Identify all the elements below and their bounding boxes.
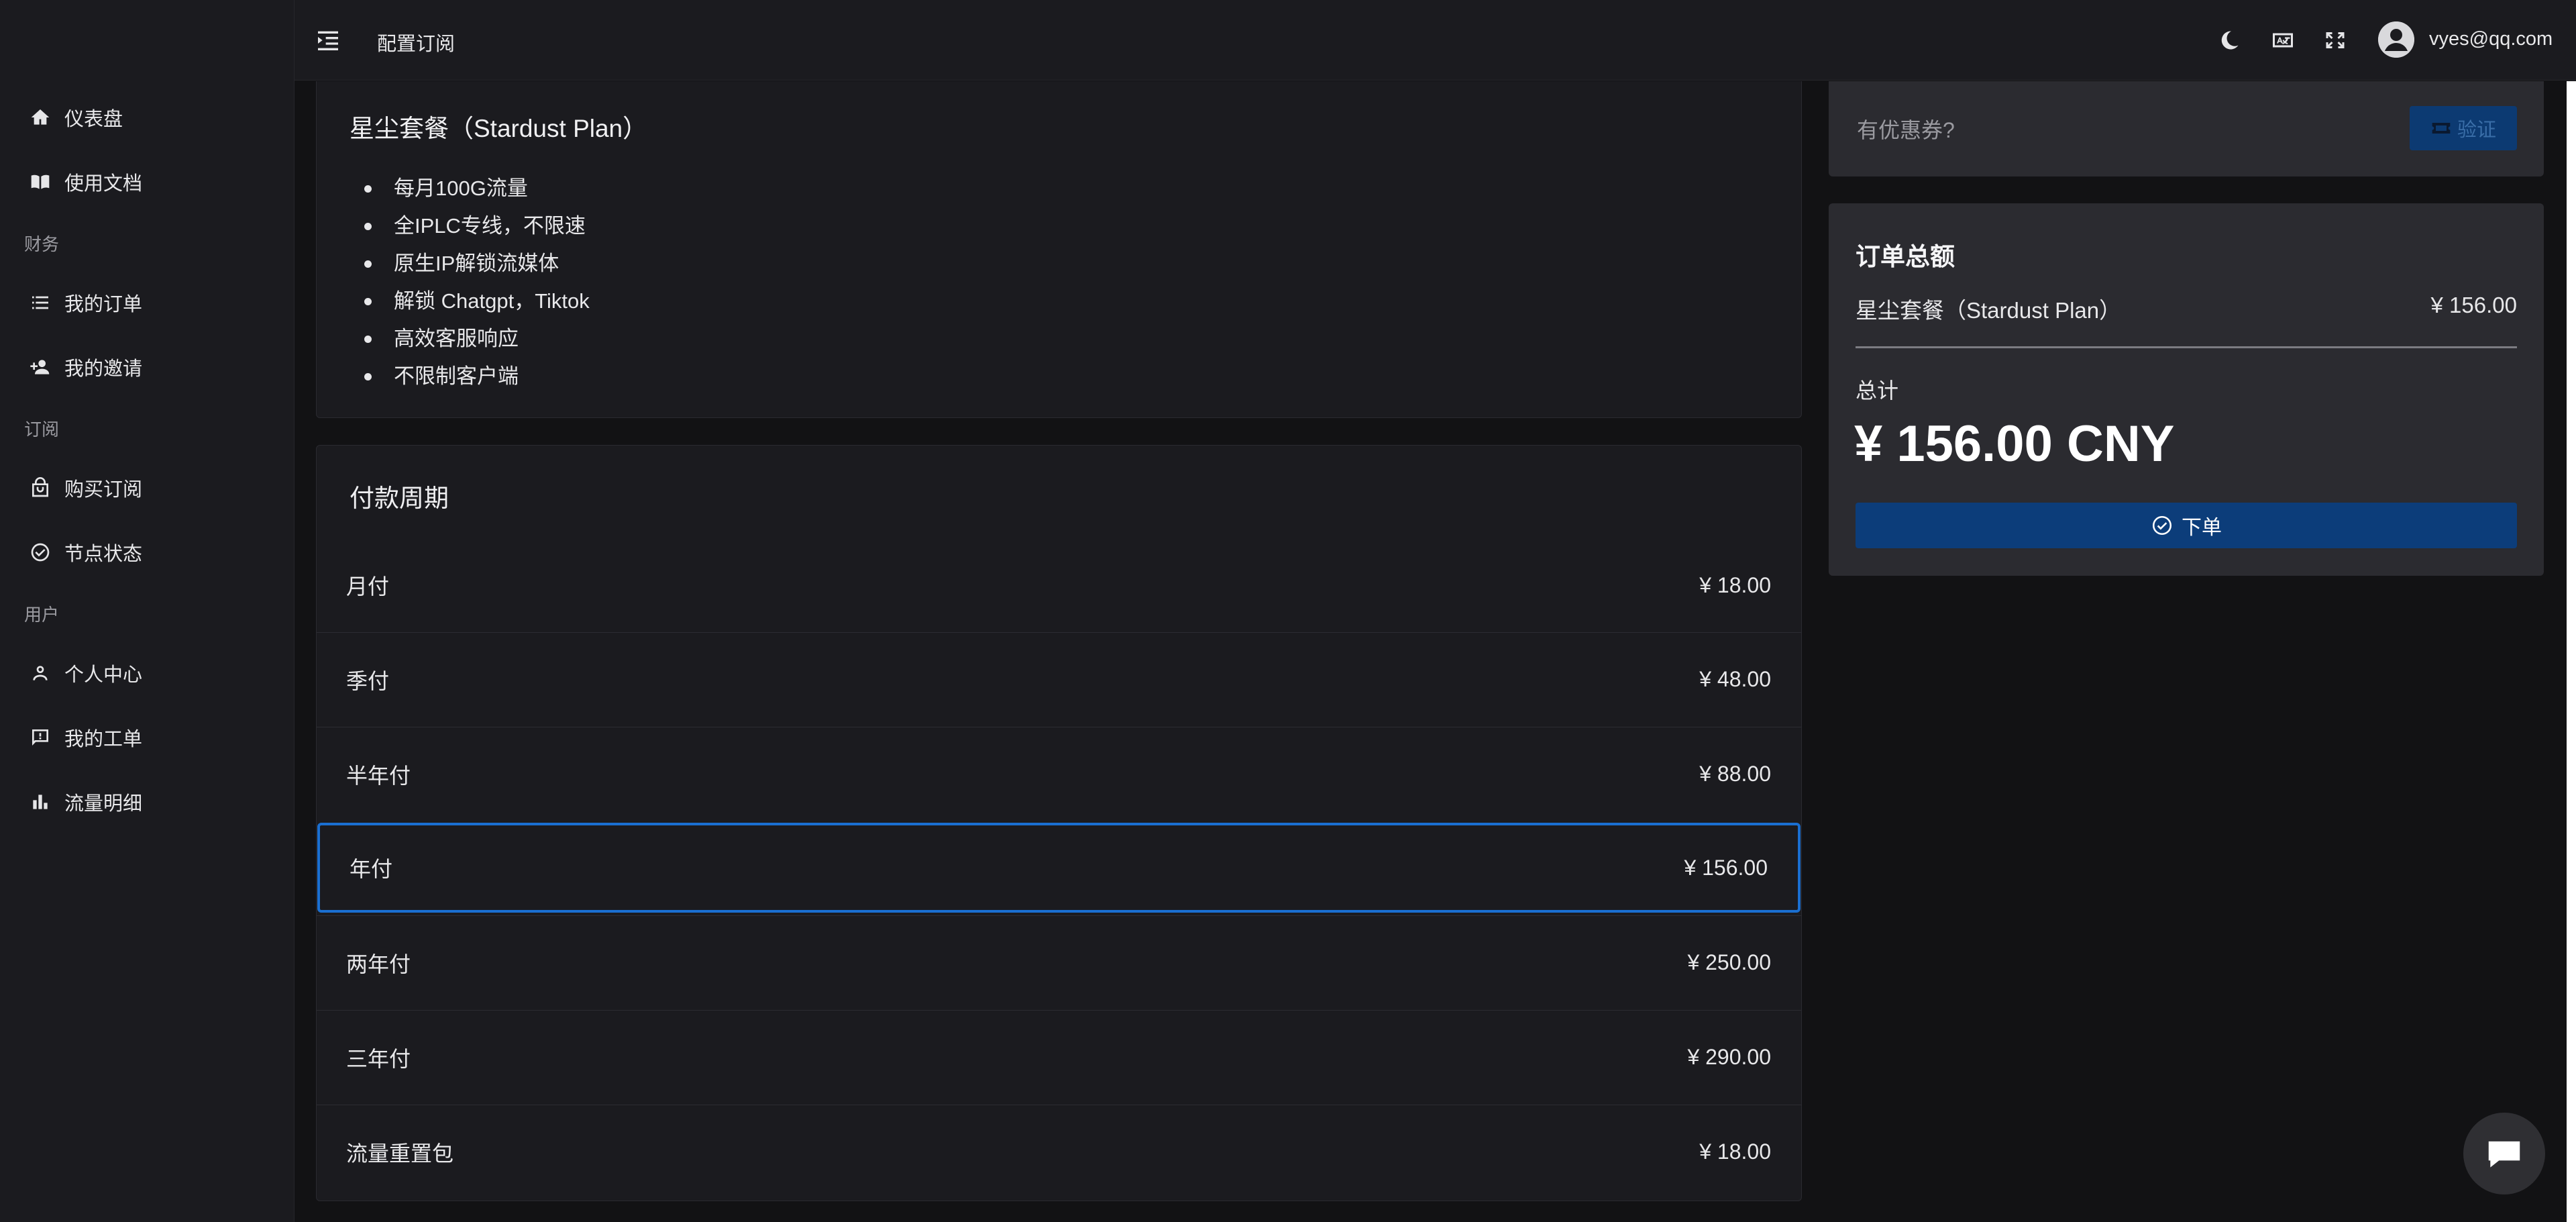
period-option-traffic-reset[interactable]: 流量重置包 ¥ 18.00	[317, 1105, 1801, 1199]
plan-feature: 解锁 Chatgpt，Tiktok	[350, 283, 590, 320]
plan-card: 星尘套餐（Stardust Plan） 每月100G流量 全IPLC专线，不限速…	[316, 81, 1802, 418]
sidebar-item-docs[interactable]: 使用文档	[0, 152, 294, 212]
ticket-chat-icon	[28, 725, 52, 750]
sidebar-item-node-status[interactable]: 节点状态	[0, 522, 294, 582]
sidebar-item-profile[interactable]: 个人中心	[0, 643, 294, 703]
plan-title: 星尘套餐（Stardust Plan）	[350, 115, 648, 142]
dark-mode-moon-icon[interactable]	[2217, 28, 2241, 52]
order-total-label: 总计	[1856, 378, 1899, 403]
menu-toggle-icon[interactable]	[315, 27, 341, 54]
sidebar-item-label: 我的订单	[64, 294, 143, 315]
avatar[interactable]	[2378, 21, 2414, 58]
sidebar-item-tickets[interactable]: 我的工单	[0, 707, 294, 768]
sidebar-group-subscription: 订阅	[24, 419, 60, 440]
verify-coupon-button[interactable]: 验证	[2410, 106, 2517, 150]
coupon-card: 验证	[1829, 81, 2544, 176]
list-icon	[28, 291, 52, 315]
period-name: 两年付	[346, 952, 411, 976]
order-summary-card: 订单总额 星尘套餐（Stardust Plan） ¥ 156.00 总计 ¥ 1…	[1829, 203, 2544, 576]
sidebar-item-label: 仪表盘	[64, 109, 123, 130]
ticket-icon	[2432, 123, 2451, 134]
home-icon	[28, 105, 52, 130]
order-total-value: ¥ 156.00 CNY	[1854, 415, 2175, 472]
period-name: 流量重置包	[346, 1141, 454, 1166]
coupon-input[interactable]	[1856, 108, 2379, 152]
sidebar-item-buy-subscription[interactable]: 购买订阅	[0, 458, 294, 518]
period-option-three-year[interactable]: 三年付 ¥ 290.00	[317, 1010, 1801, 1104]
plan-feature: 每月100G流量	[350, 170, 590, 207]
order-item-name: 星尘套餐（Stardust Plan）	[1856, 298, 2122, 323]
period-option-monthly[interactable]: 月付 ¥ 18.00	[317, 538, 1801, 632]
sidebar-item-invites[interactable]: 我的邀请	[0, 337, 294, 397]
sidebar-item-label: 个人中心	[64, 664, 143, 686]
bar-chart-icon	[28, 790, 52, 814]
period-price: ¥ 88.00	[1699, 762, 1771, 786]
period-price: ¥ 48.00	[1699, 667, 1771, 691]
payment-period-card: 付款周期 月付 ¥ 18.00 季付 ¥ 48.00 半年付 ¥ 88.00 年…	[316, 445, 1802, 1201]
period-name: 季付	[346, 668, 390, 693]
sidebar: 仪表盘 使用文档 财务 我的订单 我的邀请 订阅 购买订阅 节点状态 用户 个人…	[0, 0, 294, 1222]
plan-feature: 高效客服响应	[350, 320, 590, 358]
divider	[1856, 346, 2517, 348]
place-order-button[interactable]: 下单	[1856, 503, 2517, 548]
sidebar-item-label: 节点状态	[64, 544, 143, 565]
user-add-icon	[28, 355, 52, 379]
sidebar-group-user: 用户	[24, 605, 60, 625]
user-avatar-icon	[2378, 21, 2414, 58]
translate-icon[interactable]	[2271, 28, 2295, 52]
sidebar-item-label: 我的邀请	[64, 358, 143, 380]
plan-feature: 全IPLC专线，不限速	[350, 207, 590, 245]
scrollbar[interactable]	[2567, 81, 2576, 1222]
payment-period-title: 付款周期	[350, 485, 449, 512]
fullscreen-icon[interactable]	[2323, 28, 2347, 52]
sidebar-item-dashboard[interactable]: 仪表盘	[0, 87, 294, 148]
book-icon	[28, 170, 52, 194]
verify-label: 验证	[2457, 119, 2496, 141]
period-name: 年付	[350, 857, 393, 881]
period-name: 三年付	[346, 1046, 411, 1071]
plan-feature-list: 每月100G流量 全IPLC专线，不限速 原生IP解锁流媒体 解锁 Chatgp…	[350, 170, 590, 395]
chat-bubble-icon	[2488, 1141, 2520, 1168]
sidebar-item-label: 使用文档	[64, 173, 143, 195]
page-title: 配置订阅	[377, 34, 455, 55]
order-item-price: ¥ 156.00	[2430, 293, 2517, 317]
period-name: 半年付	[346, 763, 411, 788]
sidebar-item-orders[interactable]: 我的订单	[0, 272, 294, 333]
order-summary-title: 订单总额	[1856, 243, 1955, 270]
check-circle-icon	[2152, 515, 2172, 536]
period-option-yearly[interactable]: 年付 ¥ 156.00	[317, 823, 1801, 913]
sidebar-item-label: 购买订阅	[64, 479, 143, 501]
plan-feature: 原生IP解锁流媒体	[350, 245, 590, 283]
period-option-quarterly[interactable]: 季付 ¥ 48.00	[317, 632, 1801, 726]
period-name: 月付	[346, 574, 390, 599]
shopping-bag-icon	[28, 476, 52, 500]
user-email[interactable]: vyes@qq.com	[2429, 28, 2553, 50]
sidebar-item-traffic[interactable]: 流量明细	[0, 772, 294, 832]
period-price: ¥ 156.00	[1684, 855, 1768, 880]
person-icon	[28, 661, 52, 685]
period-price: ¥ 250.00	[1687, 950, 1771, 974]
period-option-two-year[interactable]: 两年付 ¥ 250.00	[317, 915, 1801, 1009]
period-price: ¥ 18.00	[1699, 1139, 1771, 1164]
period-price: ¥ 18.00	[1699, 572, 1771, 597]
sidebar-item-label: 我的工单	[64, 729, 143, 750]
period-option-half-year[interactable]: 半年付 ¥ 88.00	[317, 727, 1801, 821]
sidebar-group-finance: 财务	[24, 234, 60, 254]
top-header: 配置订阅 vyes@qq.com	[294, 0, 2576, 81]
place-order-label: 下单	[2182, 517, 2222, 539]
plan-feature: 不限制客户端	[350, 358, 590, 395]
sidebar-item-label: 流量明细	[64, 793, 143, 815]
check-circle-icon	[28, 540, 52, 564]
period-price: ¥ 290.00	[1687, 1045, 1771, 1069]
support-chat-button[interactable]	[2463, 1113, 2545, 1194]
